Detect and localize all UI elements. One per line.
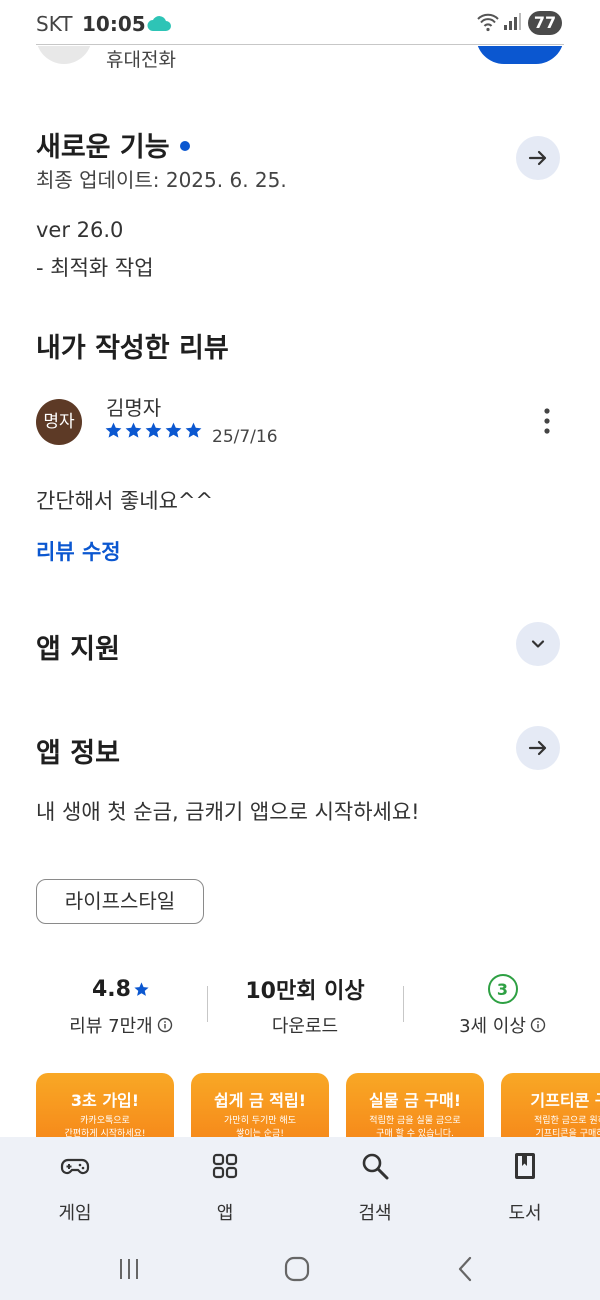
age-badge-wrap: 3	[420, 972, 585, 1006]
star-rating	[104, 421, 203, 443]
battery-indicator: 77	[528, 11, 562, 35]
screenshot-caption: 적립한 금으로 원하	[534, 1116, 600, 1126]
screenshot-card[interactable]: 3초 가입! 카카오톡으로 간편하게 시작하세요!	[36, 1073, 174, 1143]
star-icon	[145, 422, 162, 438]
clock: 10:05	[82, 12, 146, 36]
version-text: ver 26.0	[36, 218, 124, 242]
age-rating-label: 3세 이상	[420, 1012, 585, 1038]
nav-label: 게임	[58, 1203, 92, 1224]
divider	[403, 986, 404, 1022]
status-bar: SKT 10:05 77	[0, 0, 600, 46]
cloud-icon	[147, 16, 171, 31]
star-icon	[134, 981, 149, 996]
my-review-title: 내가 작성한 리뷰	[36, 333, 229, 364]
bottom-navigation: 게임 앱 검색 도서	[0, 1137, 600, 1237]
info-icon	[530, 1017, 546, 1033]
nav-label: 검색	[358, 1203, 392, 1224]
nav-item-games[interactable]: 게임	[25, 1151, 125, 1225]
app-support-title: 앱 지원	[36, 634, 120, 665]
info-icon	[157, 1017, 172, 1033]
apps-grid-icon	[212, 1153, 238, 1179]
device-label: 휴대전화	[106, 49, 176, 71]
rating-stat[interactable]: 4.8 리뷰 7만개	[36, 972, 206, 1038]
star-icon	[125, 422, 142, 438]
review-text: 간단해서 좋네요^^	[36, 489, 214, 513]
search-icon	[362, 1153, 389, 1180]
screenshot-title: 쉽게 금 적립!	[213, 1091, 307, 1110]
carrier-label: SKT	[36, 12, 73, 36]
screenshot-title: 기프티콘 구	[530, 1091, 600, 1110]
new-indicator-dot	[179, 140, 190, 151]
nav-item-apps[interactable]: 앱	[175, 1151, 275, 1225]
nav-item-books[interactable]: 도서	[475, 1151, 575, 1225]
arrow-right-icon	[528, 740, 547, 756]
whats-new-arrow-button[interactable]	[516, 136, 560, 180]
avatar: 명자	[36, 399, 82, 445]
whats-new-title: 새로운 기능	[36, 125, 190, 164]
divider	[207, 986, 208, 1022]
app-info-arrow-button[interactable]	[516, 726, 560, 770]
downloads-value: 10만회 이상	[245, 979, 365, 1004]
age-rating-stat[interactable]: 3 3세 이상	[420, 972, 585, 1038]
screenshot-title: 실물 금 구매!	[368, 1091, 462, 1110]
recent-apps-icon[interactable]	[115, 1255, 143, 1283]
rating-value: 4.8	[36, 972, 206, 1006]
screenshot-caption: 가만히 두기만 해도	[224, 1116, 296, 1126]
screenshot-card[interactable]: 실물 금 구매! 적립한 금을 실물 금으로 구매 할 수 있습니다.	[346, 1073, 484, 1143]
app-description: 내 생애 첫 순금, 금캐기 앱으로 시작하세요!	[36, 800, 420, 824]
review-date: 25/7/16	[212, 427, 278, 447]
signal-icon	[504, 13, 521, 30]
chevron-down-icon	[531, 640, 545, 648]
screenshot-caption: 카카오톡으로	[80, 1116, 130, 1126]
back-icon[interactable]	[452, 1255, 480, 1283]
downloads-label: 다운로드	[271, 1016, 339, 1037]
rating-label: 리뷰 7만개	[36, 1012, 206, 1038]
star-icon	[165, 422, 182, 438]
nav-label: 도서	[508, 1203, 542, 1224]
screenshot-card[interactable]: 쉽게 금 적립! 가만히 두기만 해도 쌓이는 순금!	[191, 1073, 329, 1143]
last-updated: 최종 업데이트: 2025. 6. 25.	[36, 168, 287, 192]
downloads-stat: 10만회 이상 다운로드	[215, 972, 395, 1038]
update-note: - 최적화 작업	[36, 256, 154, 280]
home-icon[interactable]	[283, 1255, 311, 1283]
screenshot-caption: 적립한 금을 실물 금으로	[369, 1116, 461, 1126]
gamepad-icon	[60, 1158, 90, 1175]
system-navigation-bar	[0, 1237, 600, 1300]
arrow-right-icon	[528, 150, 547, 166]
screenshot-title: 3초 가입!	[70, 1091, 140, 1110]
screenshot-card[interactable]: 기프티콘 구 적립한 금으로 원하 기프티콘을 구매하	[501, 1073, 600, 1143]
star-icon	[185, 422, 202, 438]
category-chip[interactable]: 라이프스타일	[36, 879, 204, 924]
edit-review-link[interactable]: 리뷰 수정	[36, 536, 121, 566]
nav-label: 앱	[216, 1203, 234, 1224]
age-rating-badge: 3	[487, 974, 518, 1004]
app-info-title: 앱 정보	[36, 738, 120, 769]
wifi-icon	[477, 13, 499, 32]
reviewer-name: 김명자	[106, 396, 162, 420]
book-icon	[515, 1153, 535, 1179]
more-vert-icon[interactable]	[536, 406, 558, 436]
screenshot-carousel[interactable]: 3초 가입! 카카오톡으로 간편하게 시작하세요! 쉽게 금 적립! 가만히 두…	[36, 1073, 600, 1143]
star-icon	[105, 422, 122, 438]
nav-item-search[interactable]: 검색	[325, 1151, 425, 1225]
app-support-expand-button[interactable]	[516, 622, 560, 666]
divider	[36, 44, 564, 45]
